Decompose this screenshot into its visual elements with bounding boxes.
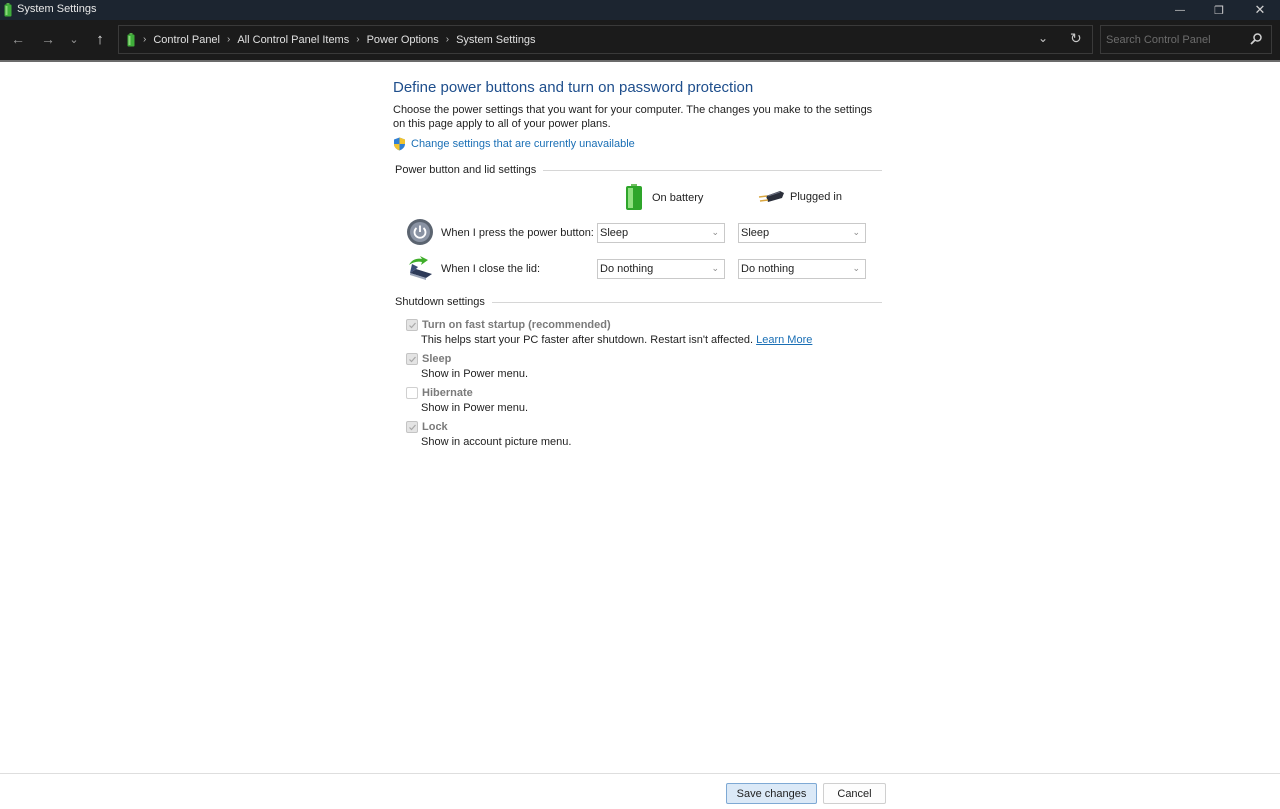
sleep-option[interactable]: Sleep xyxy=(406,353,451,365)
hibernate-description: Show in Power menu. xyxy=(421,402,528,414)
section-divider xyxy=(543,169,882,171)
breadcrumb-control-panel[interactable]: Control Panel xyxy=(153,34,220,46)
up-arrow-icon: ↑ xyxy=(96,30,104,48)
section-divider xyxy=(491,301,882,303)
select-value: Sleep xyxy=(741,227,770,239)
checkmark-icon xyxy=(408,356,416,362)
footer-divider xyxy=(0,773,1280,774)
breadcrumb-separator-icon[interactable]: › xyxy=(446,34,449,45)
laptop-lid-icon xyxy=(409,256,432,280)
battery-icon xyxy=(626,184,642,210)
power-plug-icon xyxy=(758,191,784,202)
fast-startup-description-text: This helps start your PC faster after sh… xyxy=(421,334,754,346)
minimize-button[interactable]: — xyxy=(1160,0,1200,20)
title-bar: System Settings — ❐ ✕ xyxy=(0,0,1280,20)
lock-option[interactable]: Lock xyxy=(406,421,448,433)
save-changes-button[interactable]: Save changes xyxy=(726,783,817,804)
search-icon[interactable] xyxy=(1249,32,1263,46)
select-value: Do nothing xyxy=(741,263,795,275)
forward-arrow-icon: → xyxy=(41,31,55,47)
uac-shield-icon xyxy=(394,137,405,151)
breadcrumb-separator-icon: › xyxy=(143,34,147,45)
recent-locations-button[interactable]: ⌄ xyxy=(63,28,85,50)
select-value: Do nothing xyxy=(600,263,654,275)
power-button-on-battery-select[interactable]: Sleep ⌄ xyxy=(597,223,725,243)
close-button[interactable]: ✕ xyxy=(1240,0,1280,20)
lid-row-label: When I close the lid: xyxy=(441,263,541,275)
minimize-icon: — xyxy=(1175,4,1185,16)
lock-label: Lock xyxy=(422,421,448,433)
battery-app-icon xyxy=(4,3,12,17)
power-button-row-label: When I press the power button: xyxy=(441,227,594,239)
power-section-title: Power button and lid settings xyxy=(395,164,537,176)
power-button-icon xyxy=(407,219,433,245)
learn-more-link[interactable]: Learn More xyxy=(756,334,812,346)
chevron-down-icon: ⌄ xyxy=(852,263,860,273)
restore-icon: ❐ xyxy=(1214,4,1224,17)
hibernate-checkbox[interactable] xyxy=(406,387,418,399)
checkmark-icon xyxy=(408,322,416,328)
chevron-down-icon: ⌄ xyxy=(711,227,719,237)
fast-startup-option[interactable]: Turn on fast startup (recommended) xyxy=(406,319,611,331)
chevron-down-icon: ⌄ xyxy=(852,227,860,237)
breadcrumb-separator-icon[interactable]: › xyxy=(356,34,359,45)
chevron-down-icon: ⌄ xyxy=(69,33,79,46)
search-input[interactable] xyxy=(1106,31,1246,48)
lid-on-battery-select[interactable]: Do nothing ⌄ xyxy=(597,259,725,279)
column-on-battery: On battery xyxy=(625,184,703,211)
window-title: System Settings xyxy=(17,3,97,15)
close-icon: ✕ xyxy=(1254,2,1266,17)
fast-startup-description: This helps start your PC faster after sh… xyxy=(421,334,812,346)
breadcrumb-separator-icon[interactable]: › xyxy=(227,34,230,45)
change-unavailable-settings-link[interactable]: Change settings that are currently unava… xyxy=(393,137,635,151)
sleep-checkbox[interactable] xyxy=(406,353,418,365)
lock-description: Show in account picture menu. xyxy=(421,436,572,448)
forward-button[interactable]: → xyxy=(37,28,59,50)
select-value: Sleep xyxy=(600,227,629,239)
page-title: Define power buttons and turn on passwor… xyxy=(393,79,754,96)
shutdown-section-title: Shutdown settings xyxy=(395,296,485,308)
shutdown-section-header: Shutdown settings xyxy=(395,296,882,308)
page-description: Choose the power settings that you want … xyxy=(393,104,873,130)
fast-startup-label: Turn on fast startup (recommended) xyxy=(422,319,611,331)
search-box[interactable] xyxy=(1100,25,1272,54)
power-section-header: Power button and lid settings xyxy=(395,164,882,176)
column-plugged-in: Plugged in xyxy=(758,190,842,204)
hibernate-option[interactable]: Hibernate xyxy=(406,387,473,399)
checkmark-icon xyxy=(408,424,416,430)
navbar-divider xyxy=(0,60,1280,62)
lid-plugged-in-select[interactable]: Do nothing ⌄ xyxy=(738,259,866,279)
navigation-bar: ← → ⌄ ↑ › Control Panel › All Control Pa… xyxy=(0,20,1280,61)
power-button-plugged-in-select[interactable]: Sleep ⌄ xyxy=(738,223,866,243)
lock-checkbox[interactable] xyxy=(406,421,418,433)
address-bar[interactable]: › Control Panel › All Control Panel Item… xyxy=(118,25,1093,54)
battery-location-icon xyxy=(127,32,135,46)
uac-link-text[interactable]: Change settings that are currently unava… xyxy=(411,138,635,150)
back-arrow-icon: ← xyxy=(11,31,25,47)
refresh-icon[interactable]: ↻ xyxy=(1070,30,1082,47)
chevron-down-icon: ⌄ xyxy=(711,263,719,273)
address-dropdown-icon[interactable]: ⌄ xyxy=(1038,31,1048,45)
breadcrumb: › Control Panel › All Control Panel Item… xyxy=(127,26,536,53)
up-button[interactable]: ↑ xyxy=(89,28,111,50)
on-battery-label: On battery xyxy=(652,191,704,204)
fast-startup-checkbox[interactable] xyxy=(406,319,418,331)
hibernate-label: Hibernate xyxy=(422,387,473,399)
cancel-button[interactable]: Cancel xyxy=(823,783,886,804)
plugged-in-label: Plugged in xyxy=(790,191,842,203)
breadcrumb-all-control-panel-items[interactable]: All Control Panel Items xyxy=(237,34,349,46)
breadcrumb-system-settings[interactable]: System Settings xyxy=(456,34,535,46)
breadcrumb-power-options[interactable]: Power Options xyxy=(367,34,439,46)
back-button[interactable]: ← xyxy=(7,28,29,50)
sleep-label: Sleep xyxy=(422,353,452,365)
restore-button[interactable]: ❐ xyxy=(1199,0,1239,20)
sleep-description: Show in Power menu. xyxy=(421,368,528,380)
